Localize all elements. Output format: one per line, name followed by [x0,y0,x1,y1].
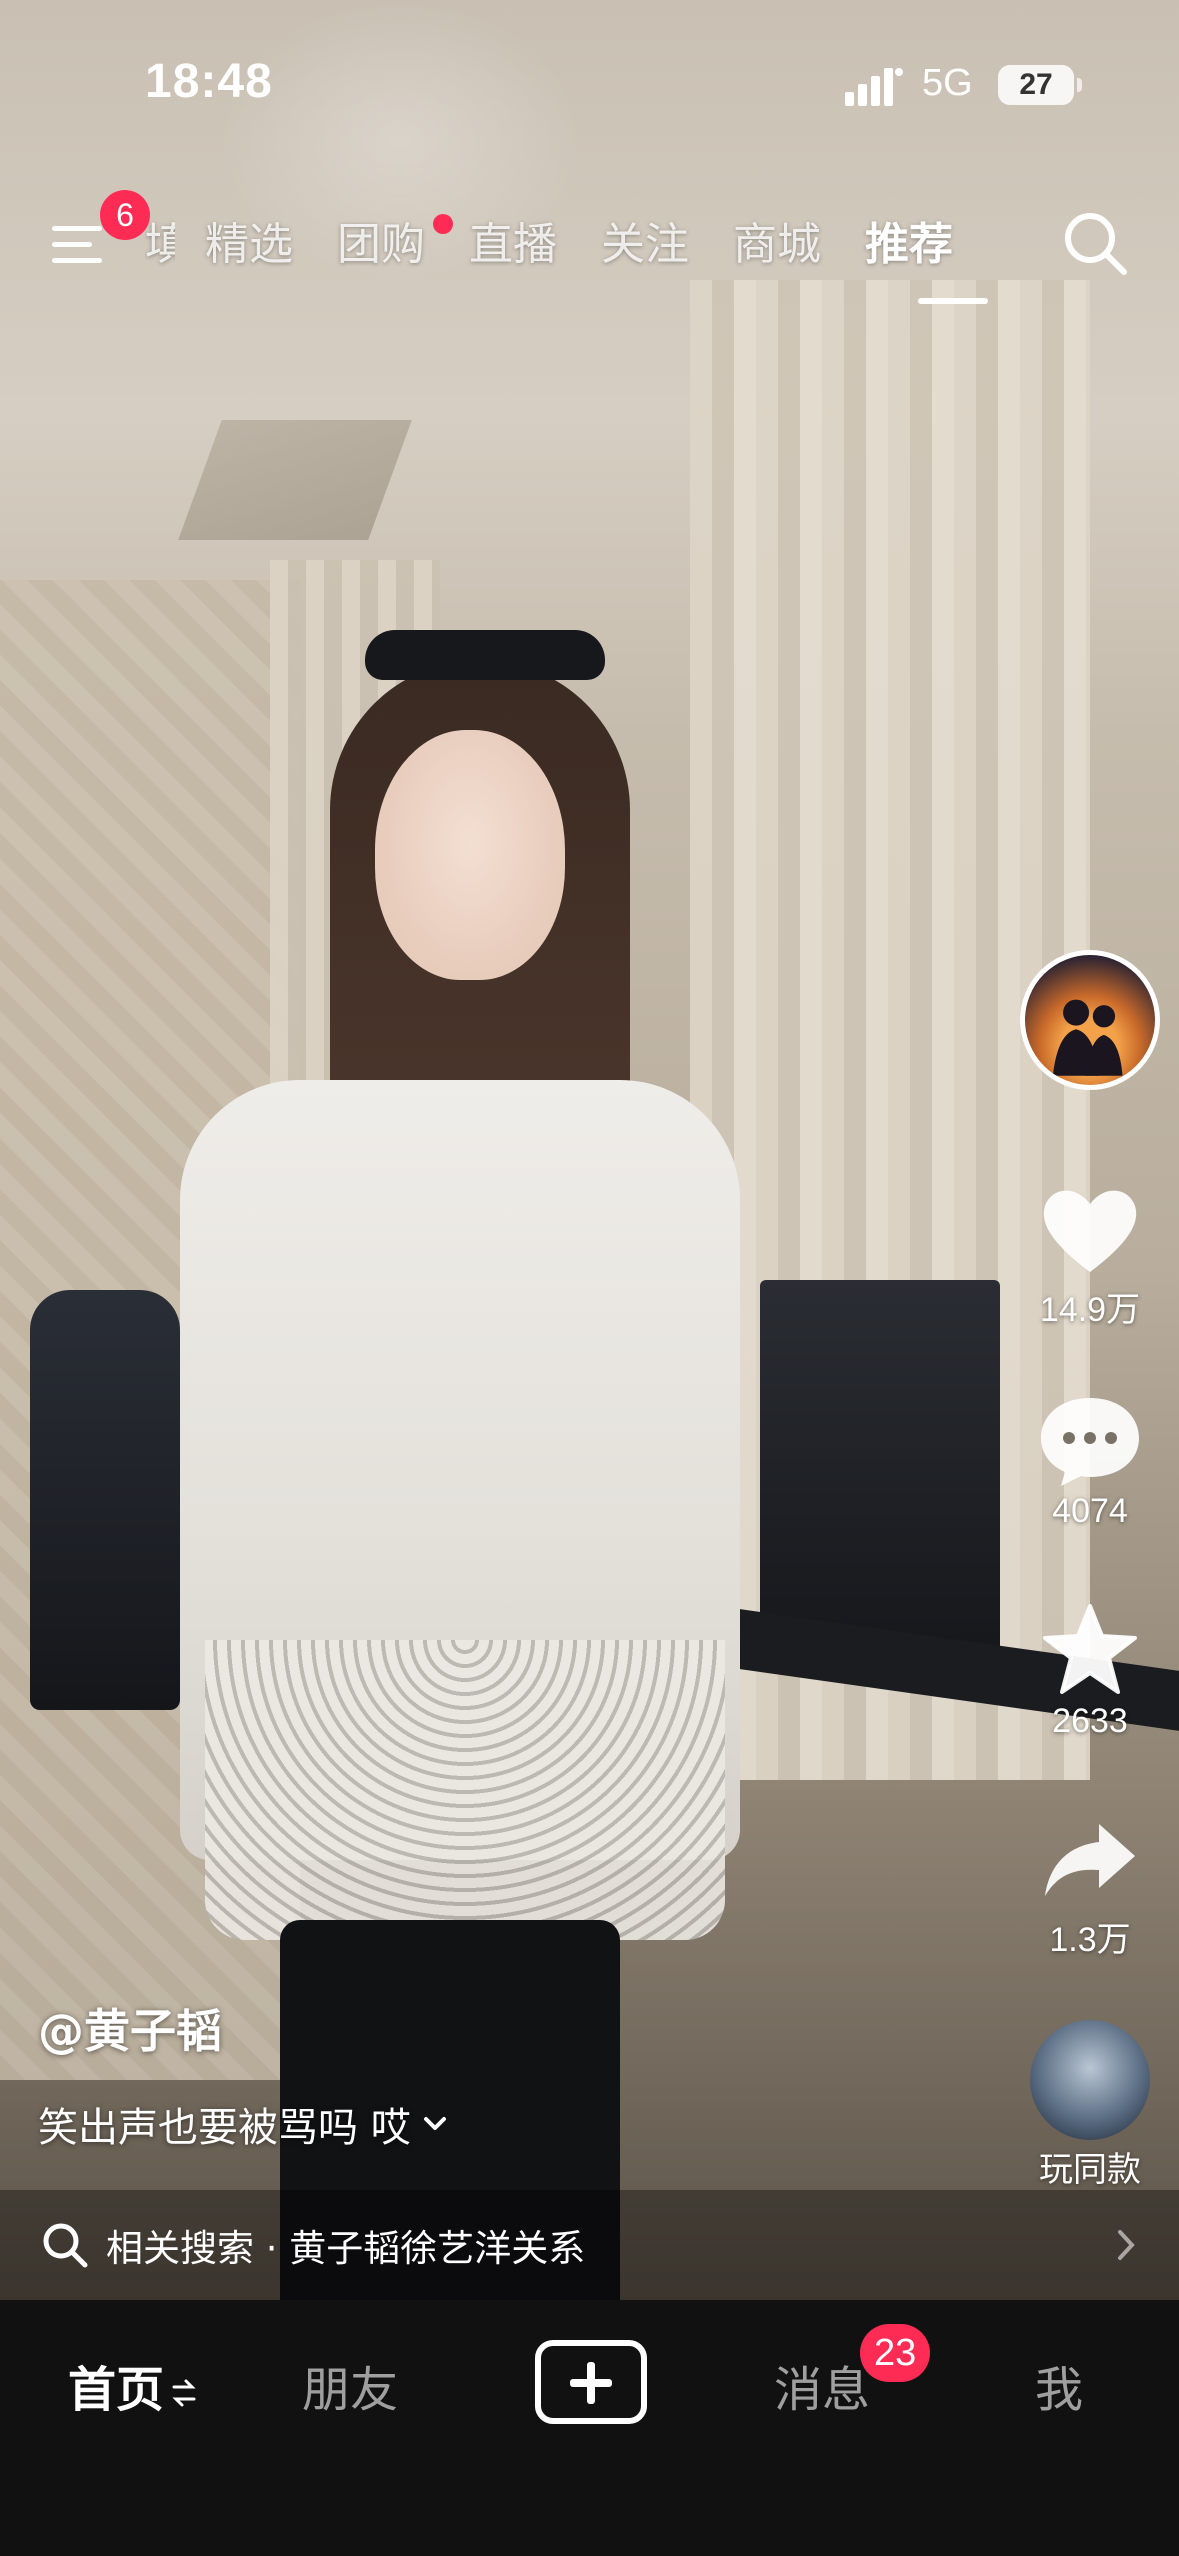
tab-group-buy[interactable]: 团购 [337,208,453,288]
battery-level: 27 [1019,68,1053,101]
video-person [160,630,780,2320]
create-button[interactable] [535,2340,647,2424]
same-style-thumbnail [1030,2020,1150,2140]
share-count: 1.3万 [1049,1921,1131,1959]
author-name[interactable]: @黄子韬 [38,1995,222,2061]
tab-group-buy-label: 团购 [337,219,425,270]
battery-icon: 27 [998,65,1074,105]
description-text: 笑出声也要被骂吗 哎 [38,2105,411,2151]
comment-count: 4074 [1052,1492,1128,1530]
chevron-down-icon [423,2117,446,2130]
tab-me[interactable]: 我 [1035,2350,1083,2420]
tab-partial[interactable]: 填 [145,208,175,288]
status-bar: 18:48 5G 27 [0,0,1179,170]
tab-home-label: 首页 [68,2362,165,2418]
menu-badge: 6 [100,190,150,240]
active-tab-indicator [918,298,988,304]
video-description[interactable]: 笑出声也要被骂吗 哎 [38,2095,449,2153]
related-search-bar[interactable]: 相关搜索 · 黄子韬徐艺洋关系 [0,2190,1179,2300]
network-type: 5G [922,62,973,104]
top-nav: 6 填 精选 团购 直播 关注 商城 推荐 [0,190,1179,320]
avatar-silhouette-icon [1052,999,1123,1076]
tab-live[interactable]: 直播 [469,208,557,288]
comment-icon [1041,1398,1139,1486]
video-monitor [760,1280,1000,1660]
tab-messages[interactable]: 消息 [774,2350,870,2420]
chevron-right-icon [1118,2230,1135,2260]
messages-badge: 23 [860,2324,931,2382]
bottom-tab-bar: 首页 朋友 消息 23 我 [0,2300,1179,2556]
related-search-text: 相关搜索 · 黄子韬徐艺洋关系 [106,2227,586,2270]
same-style-button[interactable]: 玩同款 [1010,2020,1170,2191]
tab-recommend[interactable]: 推荐 [865,208,953,288]
favorite-count: 2633 [1052,1702,1128,1740]
plus-icon [570,2362,612,2404]
search-icon[interactable] [1060,208,1130,278]
nav-tabs: 填 精选 团购 直播 关注 商城 推荐 [145,208,997,288]
refresh-icon [172,2379,196,2407]
favorite-button[interactable]: 2633 [1010,1600,1170,1741]
comment-button[interactable]: 4074 [1010,1390,1170,1531]
share-button[interactable]: 1.3万 [1010,1810,1170,1961]
like-count: 14.9万 [1039,1291,1141,1329]
tab-friends[interactable]: 朋友 [302,2350,398,2420]
battery-cap [1077,78,1082,92]
tab-featured[interactable]: 精选 [205,208,293,288]
like-button[interactable]: 14.9万 [1010,1180,1170,1331]
signal-icon [845,68,903,106]
author-avatar[interactable] [1020,950,1160,1090]
menu-icon[interactable] [52,222,104,268]
tab-notify-dot [433,214,453,234]
tab-following[interactable]: 关注 [601,208,689,288]
video-player[interactable] [0,0,1179,2320]
same-style-label: 玩同款 [1039,2151,1141,2189]
search-icon [43,2223,88,2268]
video-ceiling [178,420,412,540]
tab-home[interactable]: 首页 [68,2350,198,2420]
tab-mall[interactable]: 商城 [733,208,821,288]
share-icon [1045,1824,1135,1896]
status-time: 18:48 [145,55,273,108]
star-icon [1043,1604,1137,1694]
video-chair [30,1290,180,1710]
heart-icon [1043,1190,1137,1272]
